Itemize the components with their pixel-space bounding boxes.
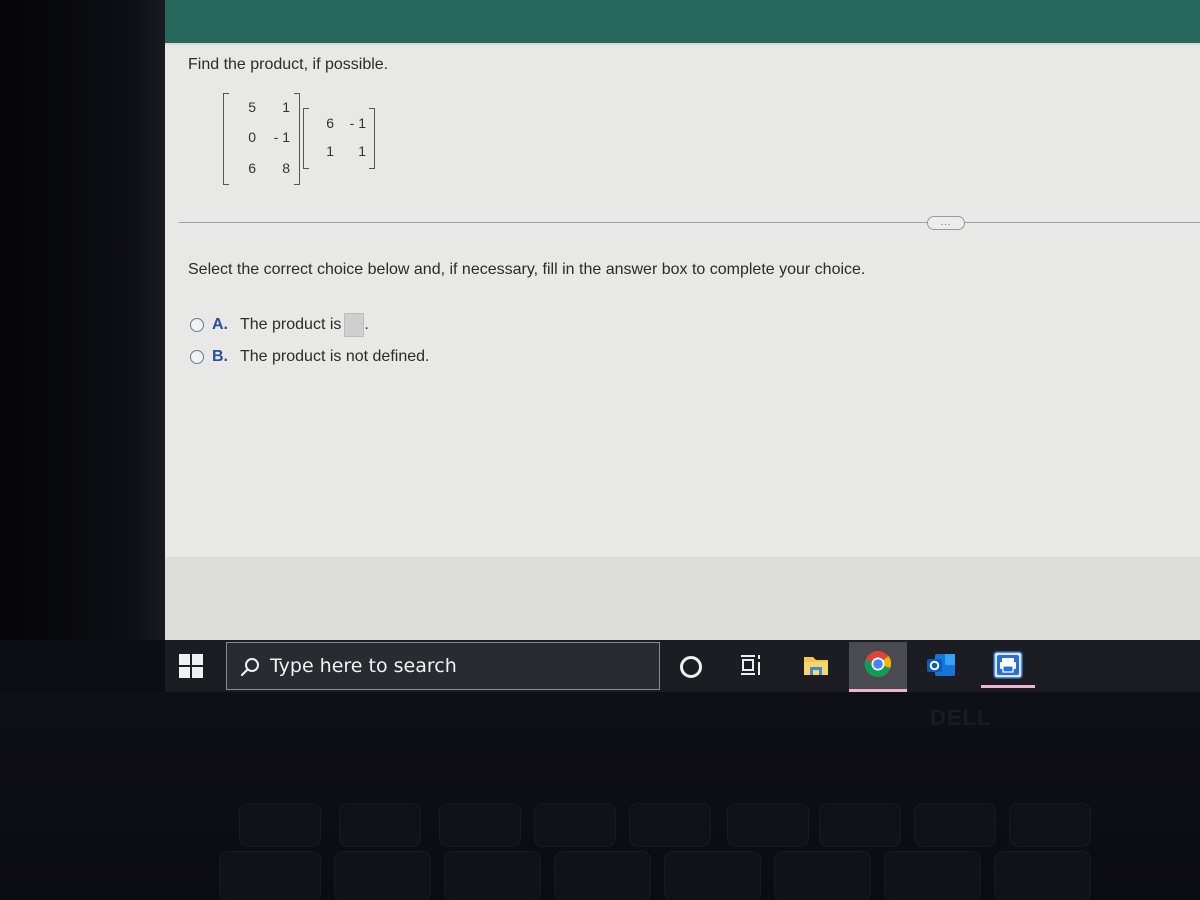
section-divider [179,222,1200,223]
choice-letter: B. [212,348,228,365]
chrome-button[interactable] [849,642,907,692]
keyboard-key [1010,804,1090,846]
matrix-a-cell: 1 [282,99,290,115]
printer-app-button[interactable] [981,648,1035,688]
matrix-b-cell: - 1 [349,115,366,131]
answer-input-box[interactable] [344,313,365,337]
keyboard-key [728,804,808,846]
laptop-brand-logo: DELL [930,705,992,730]
search-icon [240,657,259,677]
matrix-b-cell: 1 [326,143,334,159]
keyboard-key [665,852,760,900]
page-header-bar [165,0,1200,45]
search-placeholder: Type here to search [270,655,457,677]
matrix-b: 6 - 1 1 1 [303,108,375,169]
start-button[interactable] [179,654,203,678]
more-options-button[interactable]: ... [927,216,965,230]
keyboard-key [820,804,900,846]
windows-logo-icon [179,654,190,665]
keyboard-key [220,852,320,900]
keyboard-key [995,852,1090,900]
matrix-b-cell: 1 [358,143,366,159]
instruction-text: Select the correct choice below and, if … [188,261,866,278]
monitor-bezel [0,0,165,640]
radio-button-b[interactable] [190,350,204,364]
question-prompt: Find the product, if possible. [188,56,389,73]
keyboard-key [335,852,430,900]
keyboard-key [915,804,995,846]
matrix-a-cell: 5 [248,99,256,115]
task-view-button[interactable] [727,648,775,686]
keyboard-key [445,852,540,900]
keyboard-key [440,804,520,846]
windows-taskbar: Type here to search [165,640,1200,692]
choice-suffix: . [364,316,369,333]
choice-letter: A. [212,316,228,333]
keyboard-key [240,804,320,846]
radio-button-a[interactable] [190,318,204,332]
file-explorer-button[interactable] [792,648,840,686]
windows-logo-icon [179,667,190,678]
windows-logo-icon [192,654,203,665]
choice-text: The product is [240,316,342,333]
running-indicator [981,685,1035,688]
browser-page: Find the product, if possible. 5 1 0 - 1… [165,0,1200,640]
keyboard-key [885,852,980,900]
printer-app-icon [993,650,1023,684]
chrome-icon [864,650,892,683]
outlook-icon [926,652,956,683]
matrix-b-cell: 6 [326,115,334,131]
matrix-a: 5 1 0 - 1 6 8 [223,93,300,185]
keyboard-key [630,804,710,846]
matrix-a-cell: 6 [248,160,256,176]
choice-text: The product is not defined. [240,348,430,365]
matrix-a-cell: - 1 [273,129,290,145]
outlook-button[interactable] [917,648,965,686]
cortana-icon [680,656,702,678]
keyboard-key [775,852,870,900]
file-explorer-icon [802,653,830,682]
choice-b[interactable]: B. The product is not defined. [190,348,429,366]
choice-a[interactable]: A. The product is . [190,313,369,337]
matrix-a-cell: 0 [248,129,256,145]
cortana-button[interactable] [667,648,715,686]
windows-logo-icon [192,667,203,678]
taskbar-search-box[interactable]: Type here to search [226,642,660,690]
keyboard-key [340,804,420,846]
matrix-a-cell: 8 [282,160,290,176]
page-lower-area [165,557,1200,640]
task-view-icon [739,654,763,681]
keyboard-key [535,804,615,846]
keyboard-key [555,852,650,900]
laptop-keyboard-area [0,692,1200,900]
